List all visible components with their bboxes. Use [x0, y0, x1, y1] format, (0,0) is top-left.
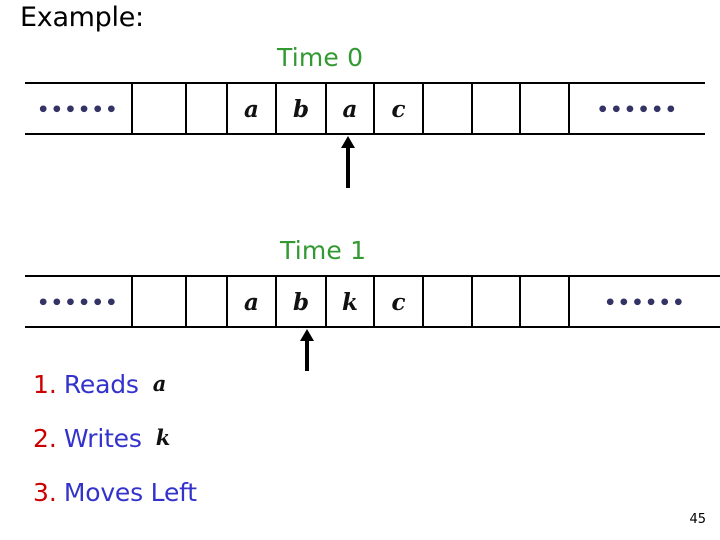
tape-symbol: a	[342, 96, 358, 123]
page-title: Example:	[20, 2, 144, 33]
tape-symbol: c	[391, 289, 406, 316]
tape-time-0: •••••• a b a c ••••••	[25, 82, 705, 135]
tape-symbol: b	[292, 96, 310, 123]
tape-cell: a	[228, 84, 277, 133]
tape-cell: ••••••	[570, 277, 720, 326]
tape-symbol: c	[391, 96, 406, 123]
tape-cell: c	[375, 277, 424, 326]
tape-cell	[133, 84, 187, 133]
tape-ellipsis: ••••••	[37, 292, 119, 314]
step-label: Reads	[63, 370, 139, 399]
step-label: Moves Left	[63, 478, 197, 507]
page-number: 45	[689, 512, 706, 527]
tape-cell	[473, 84, 521, 133]
step-label: Writes	[63, 424, 142, 453]
step-number: 1.	[33, 370, 57, 399]
tape-symbol: a	[244, 289, 259, 316]
tape-cell: c	[375, 84, 424, 133]
tape-cell	[424, 84, 473, 133]
arrow-shaft	[305, 338, 309, 371]
tape-cell	[133, 277, 187, 326]
tape-cell: k	[327, 277, 375, 326]
tape-cell: b	[277, 277, 327, 326]
tape-cell: ••••••	[25, 84, 133, 133]
step-number: 2.	[33, 424, 57, 453]
arrow-shaft	[346, 145, 350, 188]
tape-symbol: a	[244, 96, 259, 123]
tape-head-arrow-time-1	[299, 329, 315, 371]
steps-list: 1. Reads a 2. Writes k 3. Moves Left	[33, 370, 197, 534]
tape-time-1: •••••• a b k c ••••••	[25, 275, 720, 328]
tape-cell: ••••••	[25, 277, 133, 326]
tape-cell	[187, 277, 228, 326]
tape-cell: a	[327, 84, 375, 133]
step-item: 2. Writes k	[33, 424, 197, 480]
tape-cell: a	[228, 277, 277, 326]
tape-cell	[187, 84, 228, 133]
tape-ellipsis: ••••••	[604, 292, 686, 314]
step-symbol: a	[152, 371, 167, 396]
tape-cell: b	[277, 84, 327, 133]
time-0-label: Time 0	[277, 43, 364, 72]
tape-cell	[424, 277, 473, 326]
tape-symbol: k	[342, 289, 358, 316]
step-symbol: k	[155, 425, 171, 450]
tape-ellipsis: ••••••	[596, 99, 679, 121]
tape-ellipsis: ••••••	[37, 99, 119, 121]
tape-cell	[473, 277, 521, 326]
tape-cell	[521, 277, 570, 326]
step-item: 1. Reads a	[33, 370, 197, 426]
slide-canvas: Example: Time 0 •••••• a b a c •••••• Time 1 …	[0, 0, 720, 540]
tape-head-arrow-time-0	[340, 136, 356, 188]
step-item: 3. Moves Left	[33, 480, 197, 534]
tape-symbol: b	[292, 289, 310, 316]
step-number: 3.	[33, 478, 57, 507]
tape-cell	[521, 84, 570, 133]
time-1-label: Time 1	[280, 236, 367, 265]
tape-cell: ••••••	[570, 84, 705, 133]
